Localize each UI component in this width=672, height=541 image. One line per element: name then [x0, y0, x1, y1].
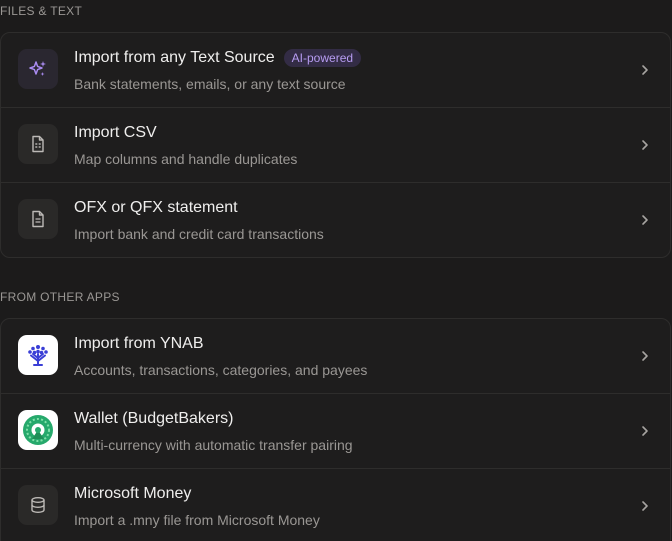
chevron-right-icon	[642, 140, 648, 150]
chevron-right-icon	[642, 351, 648, 361]
microsoft-money-title: Microsoft Money	[74, 485, 192, 502]
import-text-source-title: Import from any Text Source	[74, 49, 275, 66]
ofx-qfx-row[interactable]: OFX or QFX statement Import bank and cre…	[1, 183, 670, 257]
sparkles-icon	[18, 49, 58, 89]
row-title: Import from any Text Source AI-powered	[74, 49, 362, 67]
row-subtitle: Bank statements, emails, or any text sou…	[74, 76, 346, 92]
chevron-right-icon	[642, 215, 648, 225]
import-csv-title: Import CSV	[74, 124, 157, 141]
row-subtitle: Import a .mny file from Microsoft Money	[74, 512, 320, 528]
ai-powered-badge: AI-powered	[283, 49, 362, 67]
database-icon	[18, 485, 58, 525]
csv-file-icon	[18, 124, 58, 164]
import-csv-row[interactable]: Import CSV Map columns and handle duplic…	[1, 108, 670, 183]
import-ynab-row[interactable]: Import from YNAB Accounts, transactions,…	[1, 319, 670, 394]
document-icon	[18, 199, 58, 239]
wallet-budgetbakers-row[interactable]: Wallet (BudgetBakers) Multi-currency wit…	[1, 394, 670, 469]
import-text-source-row[interactable]: Import from any Text Source AI-powered B…	[1, 33, 670, 108]
section-label-other-apps: FROM OTHER APPS	[0, 290, 120, 304]
row-subtitle: Accounts, transactions, categories, and …	[74, 362, 368, 378]
section-label-files-text: FILES & TEXT	[0, 4, 83, 18]
import-ynab-title: Import from YNAB	[74, 335, 204, 352]
wallet-budgetbakers-title: Wallet (BudgetBakers)	[74, 410, 234, 427]
chevron-right-icon	[642, 65, 648, 75]
import-options-page: FILES & TEXT Import from any Text Source…	[0, 0, 672, 541]
row-subtitle: Multi-currency with automatic transfer p…	[74, 437, 353, 453]
wallet-budgetbakers-icon	[18, 410, 58, 450]
ofx-qfx-title: OFX or QFX statement	[74, 199, 238, 216]
row-subtitle: Import bank and credit card transactions	[74, 226, 324, 242]
chevron-right-icon	[642, 426, 648, 436]
chevron-right-icon	[642, 501, 648, 511]
ynab-tree-icon	[18, 335, 58, 375]
row-subtitle: Map columns and handle duplicates	[74, 151, 298, 167]
microsoft-money-row[interactable]: Microsoft Money Import a .mny file from …	[1, 469, 670, 541]
files-text-group: Import from any Text Source AI-powered B…	[0, 32, 671, 258]
other-apps-group: Import from YNAB Accounts, transactions,…	[0, 318, 671, 541]
